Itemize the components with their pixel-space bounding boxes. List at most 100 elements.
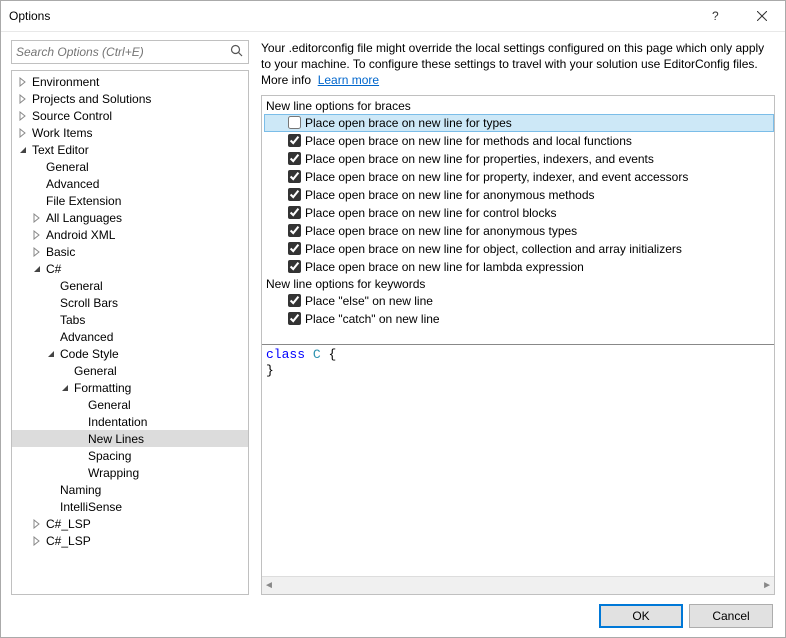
tree-item-label: Spacing <box>86 449 131 463</box>
option-row[interactable]: Place open brace on new line for types <box>264 114 774 132</box>
tree-item[interactable]: General <box>12 396 248 413</box>
option-row[interactable]: Place open brace on new line for anonymo… <box>264 186 774 204</box>
chevron-right-icon[interactable] <box>30 534 44 548</box>
option-checkbox[interactable] <box>288 294 301 307</box>
tree-item[interactable]: C# <box>12 260 248 277</box>
tree-item[interactable]: Work Items <box>12 124 248 141</box>
option-row[interactable]: Place open brace on new line for methods… <box>264 132 774 150</box>
tree-item[interactable]: Tabs <box>12 311 248 328</box>
chevron-right-icon[interactable] <box>16 92 30 106</box>
tree-item[interactable]: Indentation <box>12 413 248 430</box>
checkbox-list[interactable]: New line options for bracesPlace open br… <box>262 96 774 344</box>
option-checkbox[interactable] <box>288 170 301 183</box>
tree-arrow-spacer <box>44 296 58 310</box>
option-checkbox[interactable] <box>288 134 301 147</box>
chevron-right-icon[interactable] <box>30 245 44 259</box>
chevron-down-icon[interactable] <box>44 347 58 361</box>
cancel-button[interactable]: Cancel <box>689 604 773 628</box>
option-row[interactable]: Place open brace on new line for object,… <box>264 240 774 258</box>
chevron-right-icon[interactable] <box>16 75 30 89</box>
option-row[interactable]: Place open brace on new line for propert… <box>264 168 774 186</box>
tree-item[interactable]: Formatting <box>12 379 248 396</box>
search-input[interactable] <box>12 41 232 63</box>
tree-arrow-spacer <box>72 415 86 429</box>
tree-item[interactable]: General <box>12 158 248 175</box>
tree-item-label: Source Control <box>30 109 112 123</box>
option-row[interactable]: Place "catch" on new line <box>264 310 774 328</box>
scroll-left-icon[interactable]: ◄ <box>264 580 274 591</box>
tree-item[interactable]: Naming <box>12 481 248 498</box>
tree-item[interactable]: C#_LSP <box>12 515 248 532</box>
tree-item-label: IntelliSense <box>58 500 122 514</box>
close-button[interactable] <box>739 1 785 31</box>
tree-item[interactable]: New Lines <box>12 430 248 447</box>
tree-item[interactable]: File Extension <box>12 192 248 209</box>
tree-item-label: General <box>86 398 131 412</box>
tree-arrow-spacer <box>72 466 86 480</box>
option-row[interactable]: Place open brace on new line for propert… <box>264 150 774 168</box>
tree-item[interactable]: Spacing <box>12 447 248 464</box>
tree-item-label: General <box>44 160 89 174</box>
tree-item[interactable]: Advanced <box>12 328 248 345</box>
tree-item-label: Code Style <box>58 347 119 361</box>
search-box[interactable] <box>11 40 249 64</box>
option-checkbox[interactable] <box>288 224 301 237</box>
option-label: Place open brace on new line for propert… <box>305 152 654 166</box>
svg-text:?: ? <box>712 10 719 22</box>
chevron-right-icon[interactable] <box>30 228 44 242</box>
chevron-right-icon[interactable] <box>30 211 44 225</box>
tree-item[interactable]: Code Style <box>12 345 248 362</box>
options-tree[interactable]: EnvironmentProjects and Solutions Source … <box>11 70 249 595</box>
option-row[interactable]: Place open brace on new line for control… <box>264 204 774 222</box>
option-label: Place open brace on new line for anonymo… <box>305 224 577 238</box>
chevron-down-icon[interactable] <box>30 262 44 276</box>
option-row[interactable]: Place open brace on new line for lambda … <box>264 258 774 276</box>
chevron-right-icon[interactable] <box>16 126 30 140</box>
dialog-buttons: OK Cancel <box>1 595 785 637</box>
options-dialog: Options ? EnvironmentProjects and Soluti… <box>0 0 786 638</box>
tree-item[interactable]: Scroll Bars <box>12 294 248 311</box>
ok-button[interactable]: OK <box>599 604 683 628</box>
tree-item-label: Basic <box>44 245 75 259</box>
tree-item-label: Naming <box>58 483 101 497</box>
tree-item[interactable]: Text Editor <box>12 141 248 158</box>
tree-item-label: Formatting <box>72 381 131 395</box>
option-row[interactable]: Place open brace on new line for anonymo… <box>264 222 774 240</box>
tree-item[interactable]: Projects and Solutions <box>12 90 248 107</box>
chevron-right-icon[interactable] <box>30 517 44 531</box>
scroll-right-icon[interactable]: ► <box>762 580 772 591</box>
tree-item[interactable]: Basic <box>12 243 248 260</box>
option-checkbox[interactable] <box>288 260 301 273</box>
chevron-right-icon[interactable] <box>16 109 30 123</box>
tree-item-label: Wrapping <box>86 466 139 480</box>
option-checkbox[interactable] <box>288 188 301 201</box>
tree-item[interactable]: Environment <box>12 73 248 90</box>
tree-item[interactable]: Wrapping <box>12 464 248 481</box>
tree-item-label: Android XML <box>44 228 115 242</box>
tree-item[interactable]: Android XML <box>12 226 248 243</box>
tree-item-label: C#_LSP <box>44 517 91 531</box>
learn-more-link[interactable]: Learn more <box>318 73 379 87</box>
option-checkbox[interactable] <box>288 152 301 165</box>
option-checkbox[interactable] <box>288 206 301 219</box>
chevron-down-icon[interactable] <box>58 381 72 395</box>
tree-item[interactable]: C#_LSP <box>12 532 248 549</box>
tree-item[interactable]: IntelliSense <box>12 498 248 515</box>
tree-item-label: Tabs <box>58 313 85 327</box>
tree-item[interactable]: Source Control <box>12 107 248 124</box>
tree-item[interactable]: General <box>12 362 248 379</box>
option-checkbox[interactable] <box>288 242 301 255</box>
tree-item[interactable]: General <box>12 277 248 294</box>
help-button[interactable]: ? <box>693 1 739 31</box>
tree-arrow-spacer <box>72 432 86 446</box>
search-icon <box>230 44 244 58</box>
option-label: Place open brace on new line for anonymo… <box>305 188 595 202</box>
horizontal-scrollbar[interactable]: ◄ ► <box>262 576 774 594</box>
tree-item[interactable]: Advanced <box>12 175 248 192</box>
option-label: Place open brace on new line for types <box>305 116 512 130</box>
chevron-down-icon[interactable] <box>16 143 30 157</box>
tree-item[interactable]: All Languages <box>12 209 248 226</box>
option-row[interactable]: Place "else" on new line <box>264 292 774 310</box>
option-checkbox[interactable] <box>288 312 301 325</box>
option-checkbox[interactable] <box>288 116 301 129</box>
